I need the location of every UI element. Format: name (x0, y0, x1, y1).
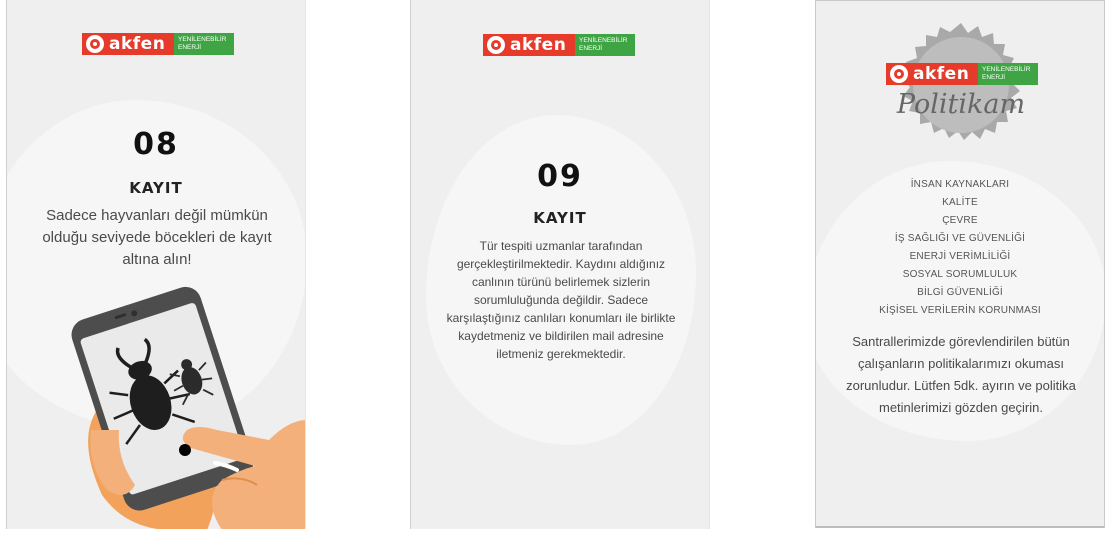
policy-item: İŞ SAĞLIĞI VE GÜVENLİĞİ (894, 233, 1026, 244)
slide-card-08: akfen YENİLENEBİLİR ENERJİ 08 KAYIT Sade… (6, 0, 306, 529)
step-description: Sadece hayvanları değil mümkün olduğu se… (42, 207, 272, 268)
policy-item: KİŞİSEL VERİLERİN KORUNMASI (879, 305, 1041, 316)
akfen-logo: akfen YENİLENEBİLİR ENERJİ (483, 34, 635, 56)
hand-phone-beetle-illustration (71, 286, 305, 529)
step-number: 08 (133, 127, 179, 162)
policy-notice: Santrallerimizde görevlendirilen bütün ç… (846, 334, 1076, 415)
policy-item: SOSYAL SORUMLULUK (902, 269, 1018, 280)
policy-item: BİLGİ GÜVENLİĞİ (917, 287, 1003, 298)
policy-card: akfen YENİLENEBİLİR ENERJİ Politikam İNS… (815, 0, 1105, 528)
slide-card-09: akfen YENİLENEBİLİR ENERJİ 09 KAYIT Tür … (410, 0, 710, 529)
step-number: 09 (537, 159, 583, 194)
step-description: Tür tespiti uzmanlar tarafından gerçekle… (446, 239, 676, 361)
akfen-logo-icon (890, 65, 908, 83)
akfen-logo: akfen YENİLENEBİLİR ENERJİ (82, 33, 234, 55)
scalloped-badge-icon (902, 23, 1020, 140)
step-heading: KAYIT (129, 179, 183, 197)
politikam-badge: akfen YENİLENEBİLİR ENERJİ Politikam (886, 21, 1038, 151)
policy-item: KALİTE (942, 197, 978, 208)
policy-list: İNSAN KAYNAKLARI KALİTE ÇEVRE İŞ SAĞLIĞI… (816, 176, 1104, 320)
policy-item: ÇEVRE (942, 215, 978, 226)
akfen-logo-icon (86, 35, 104, 53)
badge-title: Politikam (896, 89, 1026, 120)
step-heading: KAYIT (533, 209, 587, 227)
policy-item: ENERJİ VERİMLİLİĞİ (909, 251, 1011, 262)
akfen-logo-icon (487, 36, 505, 54)
policy-item: İNSAN KAYNAKLARI (910, 179, 1010, 190)
akfen-logo: akfen YENİLENEBİLİR ENERJİ (886, 63, 1038, 85)
